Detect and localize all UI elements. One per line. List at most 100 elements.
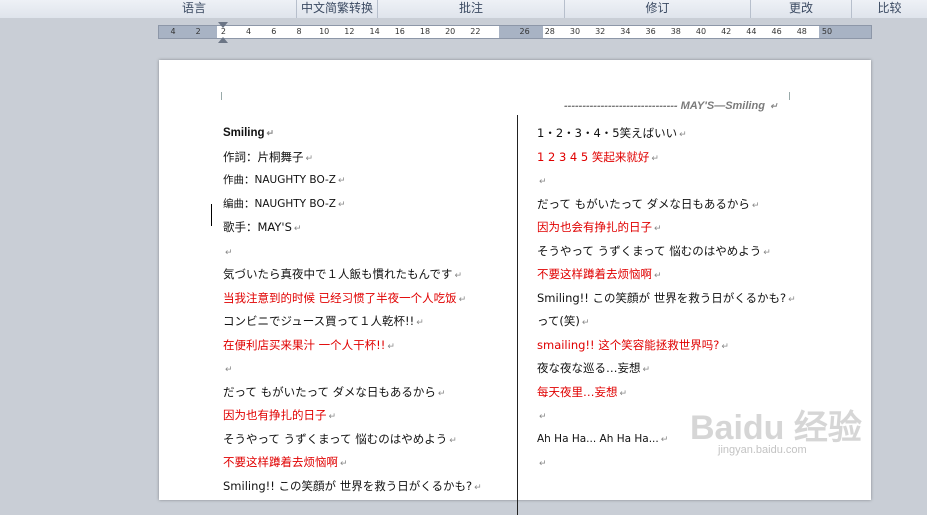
paragraph-mark: ↵ [581, 318, 590, 328]
paragraph-mark: ↵ [679, 130, 687, 140]
document-line[interactable]: 作詞：片桐舞子 ↵ [223, 146, 508, 170]
paragraph-mark: ↵ [751, 200, 760, 211]
ribbon-group-chinese-conversion[interactable]: 中文简繁转换 [297, 0, 378, 18]
paragraph-mark: ↵ [763, 247, 771, 258]
line-text: Ah Ha Ha... Ah Ha Ha... [537, 432, 659, 445]
document-line[interactable]: 気づいたら真夜中で１人飯も慣れたもんです ↵ [223, 263, 508, 287]
ribbon-group-compare[interactable]: 比较 [852, 0, 927, 18]
horizontal-ruler-area: 4 2 2 4 6 8 10 12 14 16 18 20 22 26 28 30 32 34 36 38 40 42 44… [0, 18, 927, 44]
ruler-tick-label: 48 [796, 27, 807, 36]
ribbon-group-bar: 语言 中文简繁转换 批注 修订 更改 比较 [0, 0, 927, 19]
ribbon-group-tracking[interactable]: 修订 [565, 0, 751, 18]
document-line[interactable]: そうやって うずくまって 悩むのはやめよう ↵ [223, 428, 508, 452]
document-line[interactable]: 不要这样蹲着去烦恼啊 ↵ [537, 263, 837, 287]
document-line[interactable]: 歌手：MAY'S ↵ [223, 216, 508, 240]
page-header: ------------------------------- MAY'S—Sm… [564, 100, 799, 112]
document-line[interactable]: 1・2・3・4・5笑えばいい ↵ [537, 122, 837, 146]
line-text: 気づいたら真夜中で１人飯も慣れたもんです [223, 267, 453, 281]
text-cursor [211, 204, 212, 226]
paragraph-mark: ↵ [788, 294, 796, 305]
line-text: Smiling!! この笑顔が 世界を救う日がくるかも? [537, 290, 787, 305]
line-text: 1 2 3 4 5 笑起来就好 [537, 149, 650, 164]
ribbon-group-language[interactable]: 语言 [92, 0, 297, 18]
line-text: smailing!! 这个笑容能拯救世界吗? [537, 337, 720, 352]
document-line[interactable]: だって もがいたって ダメな日もあるから ↵ [537, 193, 837, 217]
paragraph-mark: ↵ [337, 199, 346, 210]
ruler-tick-label: 40 [695, 27, 707, 36]
document-line[interactable]: ↵ [537, 169, 837, 193]
paragraph-mark: ↵ [642, 365, 651, 375]
ribbon-group-changes[interactable]: 更改 [751, 0, 852, 18]
document-line[interactable]: そうやって うずくまって 悩むのはやめよう ↵ [537, 240, 837, 264]
line-text: 1・2・3・4・5笑えばいい [537, 126, 678, 140]
paragraph-mark: ↵ [458, 294, 467, 305]
paragraph-mark: ↵ [651, 153, 659, 164]
document-line[interactable]: 作曲：NAUGHTY BO-Z ↵ [223, 169, 508, 193]
paragraph-mark: ↵ [454, 271, 462, 281]
ruler-tick-label: 42 [721, 27, 732, 36]
line-text: 歌手：MAY'S [223, 220, 292, 234]
line-text: 夜な夜な巡る…妄想 [537, 361, 641, 375]
baidu-watermark-logo: Baidu 经验 [690, 409, 862, 447]
paragraph-mark: ↵ [437, 388, 446, 399]
paragraph-mark: ↵ [619, 388, 628, 399]
ruler-tick-label: 2 [220, 27, 226, 36]
line-text: 作詞：片桐舞子 [223, 149, 304, 164]
line-text: 因为也会有挣扎的日子 [537, 220, 652, 234]
line-text: 编曲：NAUGHTY BO-Z [223, 197, 336, 210]
line-text: 作曲：NAUGHTY BO-Z [223, 174, 336, 186]
ruler-tick-label: 12 [344, 27, 355, 36]
page-header-text: ------------------------------- MAY'S—Sm… [564, 100, 765, 112]
document-line[interactable]: って(笑) ↵ [537, 310, 837, 334]
line-text: Smiling [223, 127, 265, 139]
document-line[interactable]: 当我注意到的时候 已经习惯了半夜一个人吃饭 ↵ [223, 287, 508, 311]
paragraph-mark: ↵ [293, 224, 302, 234]
page-corner-mark [789, 92, 790, 100]
ruler-tick-label: 36 [645, 27, 656, 36]
paragraph-mark: ↵ [266, 128, 275, 138]
document-line[interactable]: Smiling!! この笑顔が 世界を救う日がくるかも? ↵ [537, 287, 837, 311]
document-line[interactable]: 因为也有挣扎的日子 ↵ [223, 404, 508, 428]
document-line[interactable]: コンビニでジュース買って１人乾杯!! ↵ [223, 310, 508, 334]
document-line[interactable]: 因为也会有挣扎的日子 ↵ [537, 216, 837, 240]
ruler-tick-label: 2 [195, 27, 201, 36]
document-line[interactable]: 夜な夜な巡る…妄想 ↵ [537, 357, 837, 381]
ruler-tick-label: 46 [771, 27, 782, 36]
document-line[interactable]: 编曲：NAUGHTY BO-Z ↵ [223, 193, 508, 217]
ribbon-group-comments[interactable]: 批注 [378, 0, 565, 18]
column-divider-line [517, 115, 518, 515]
ruler-tick-label: 10 [319, 27, 330, 36]
document-line[interactable]: ↵ [223, 240, 508, 264]
horizontal-ruler[interactable]: 4 2 2 4 6 8 10 12 14 16 18 20 22 26 28 30 32 34 36 38 40 42 44… [158, 22, 872, 43]
document-line[interactable]: Smiling!! この笑顔が 世界を救う日がくるかも? ↵ [223, 475, 508, 499]
paragraph-mark: ↵ [305, 153, 314, 164]
document-line[interactable]: 在便利店买来果汁 一个人干杯!! ↵ [223, 334, 508, 358]
left-text-column[interactable]: Smiling ↵ 作詞：片桐舞子 ↵ 作曲：NAUGHTY BO-Z ↵ 编曲：NAUGH… [223, 122, 508, 498]
ruler-tick-label: 50 [821, 27, 833, 36]
document-line[interactable]: だって もがいたって ダメな日もあるから ↵ [223, 381, 508, 405]
document-line[interactable]: 1 2 3 4 5 笑起来就好 ↵ [537, 146, 837, 170]
ruler-tick-label: 6 [271, 27, 277, 36]
document-line[interactable]: 不要这样蹲着去烦恼啊 ↵ [223, 451, 508, 475]
ruler-tick-label: 38 [670, 27, 681, 36]
document-line[interactable]: Smiling ↵ [223, 122, 508, 146]
paragraph-mark: ↵ [328, 412, 337, 422]
line-text: 不要这样蹲着去烦恼啊 [223, 455, 338, 469]
line-text: そうやって うずくまって 悩むのはやめよう [223, 431, 448, 446]
paragraph-mark: ↵ [539, 459, 547, 469]
document-line[interactable]: ↵ [223, 357, 508, 381]
line-text: 不要这样蹲着去烦恼啊 [537, 267, 652, 281]
paragraph-mark: ↵ [449, 435, 457, 446]
paragraph-mark: ↵ [654, 224, 662, 234]
paragraph-mark: ↵ [474, 482, 482, 493]
line-text: 在便利店买来果汁 一个人干杯!! [223, 337, 386, 352]
ruler-tick-label: 44 [746, 27, 757, 36]
document-line[interactable]: smailing!! 这个笑容能拯救世界吗? ↵ [537, 334, 837, 358]
line-text: Smiling!! この笑顔が 世界を救う日がくるかも? [223, 478, 473, 493]
paragraph-mark: ↵ [539, 177, 547, 187]
ruler-tick-label: 18 [419, 27, 431, 36]
line-text: だって もがいたって ダメな日もあるから [537, 196, 750, 211]
ruler-tick-label: 34 [620, 27, 631, 36]
paragraph-mark: ↵ [769, 101, 778, 111]
line-text: 每天夜里…妄想 [537, 384, 618, 399]
